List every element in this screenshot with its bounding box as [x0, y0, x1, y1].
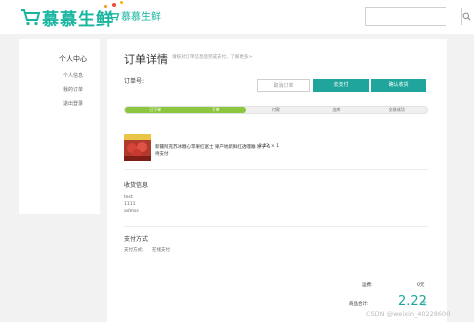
- cart-icon-small: [108, 10, 119, 21]
- shipping-phone: 1111: [124, 202, 136, 207]
- shipping-title: 收货信息: [124, 182, 149, 189]
- goods-total-unit: 元: [422, 302, 427, 307]
- step-label: 出库: [332, 107, 341, 112]
- product-quantity: × 1: [271, 144, 280, 149]
- product-name[interactable]: 新疆阿克苏冰糖心苹果红富士 果产地新鲜红透嘎嘣 原子 5: [155, 144, 270, 150]
- cart-icon: [21, 9, 40, 26]
- goods-total-label: 商品合计:: [349, 302, 369, 307]
- divider: [124, 226, 428, 227]
- step-label: 下单: [211, 107, 220, 112]
- page-note[interactable]: 请核对订单信息后完成支付，了解更多>: [172, 54, 252, 60]
- search-button[interactable]: [461, 8, 471, 25]
- sidebar: 个人中心 个人信息 我的订单 退出登录: [19, 39, 100, 214]
- decor-dot: [120, 1, 123, 4]
- brand-logo-small[interactable]: 慕慕生鲜: [108, 8, 161, 23]
- step-label: 已下单: [149, 107, 162, 112]
- confirm-receipt-button[interactable]: 确认收货: [371, 79, 426, 92]
- sidebar-item-profile[interactable]: 个人信息: [19, 72, 100, 79]
- shipping-fee-label: 运费:: [362, 283, 373, 288]
- shipping-fee-value: 0元: [417, 283, 425, 288]
- step-label: 交易成功: [388, 107, 405, 112]
- brand-name: 慕慕生鲜: [42, 9, 114, 30]
- divider: [124, 169, 428, 170]
- step-label: 付款: [271, 107, 280, 112]
- watermark: CSDN @weixin_40228600: [366, 310, 451, 318]
- brand-name-small: 慕慕生鲜: [121, 12, 161, 23]
- search-bar: [365, 7, 471, 26]
- order-progress-bar: 已下单 下单 付款 出库 交易成功: [124, 106, 428, 114]
- product-price: 2.22: [259, 144, 270, 149]
- order-detail-panel: 订单详情 请核对订单信息后完成支付，了解更多> 订单号: 取消订单 去支付 确认…: [107, 39, 447, 322]
- payment-title: 支付方式: [124, 236, 149, 243]
- payment-method-value: 在线支付: [152, 248, 170, 253]
- search-icon: [462, 12, 471, 21]
- sidebar-item-orders[interactable]: 我的订单: [19, 86, 100, 93]
- decor-dot: [112, 3, 116, 7]
- shipping-name: test: [124, 195, 133, 200]
- search-input[interactable]: [366, 8, 461, 25]
- product-status: 待支付: [155, 152, 169, 157]
- decor-dot: [104, 5, 107, 8]
- product-image[interactable]: [124, 134, 151, 161]
- top-header: 慕慕生鲜 慕慕生鲜: [0, 0, 474, 34]
- brand-logo[interactable]: 慕慕生鲜: [20, 6, 114, 30]
- sidebar-item-logout[interactable]: 退出登录: [19, 100, 100, 107]
- sidebar-title: 个人中心: [59, 55, 87, 63]
- order-number-label: 订单号:: [124, 78, 145, 85]
- cancel-order-button[interactable]: 取消订单: [257, 79, 310, 92]
- shipping-address: admss: [124, 209, 139, 214]
- payment-method-label: 支付方式:: [124, 248, 144, 253]
- pay-button[interactable]: 去支付: [313, 79, 369, 92]
- page-title: 订单详情: [124, 53, 168, 66]
